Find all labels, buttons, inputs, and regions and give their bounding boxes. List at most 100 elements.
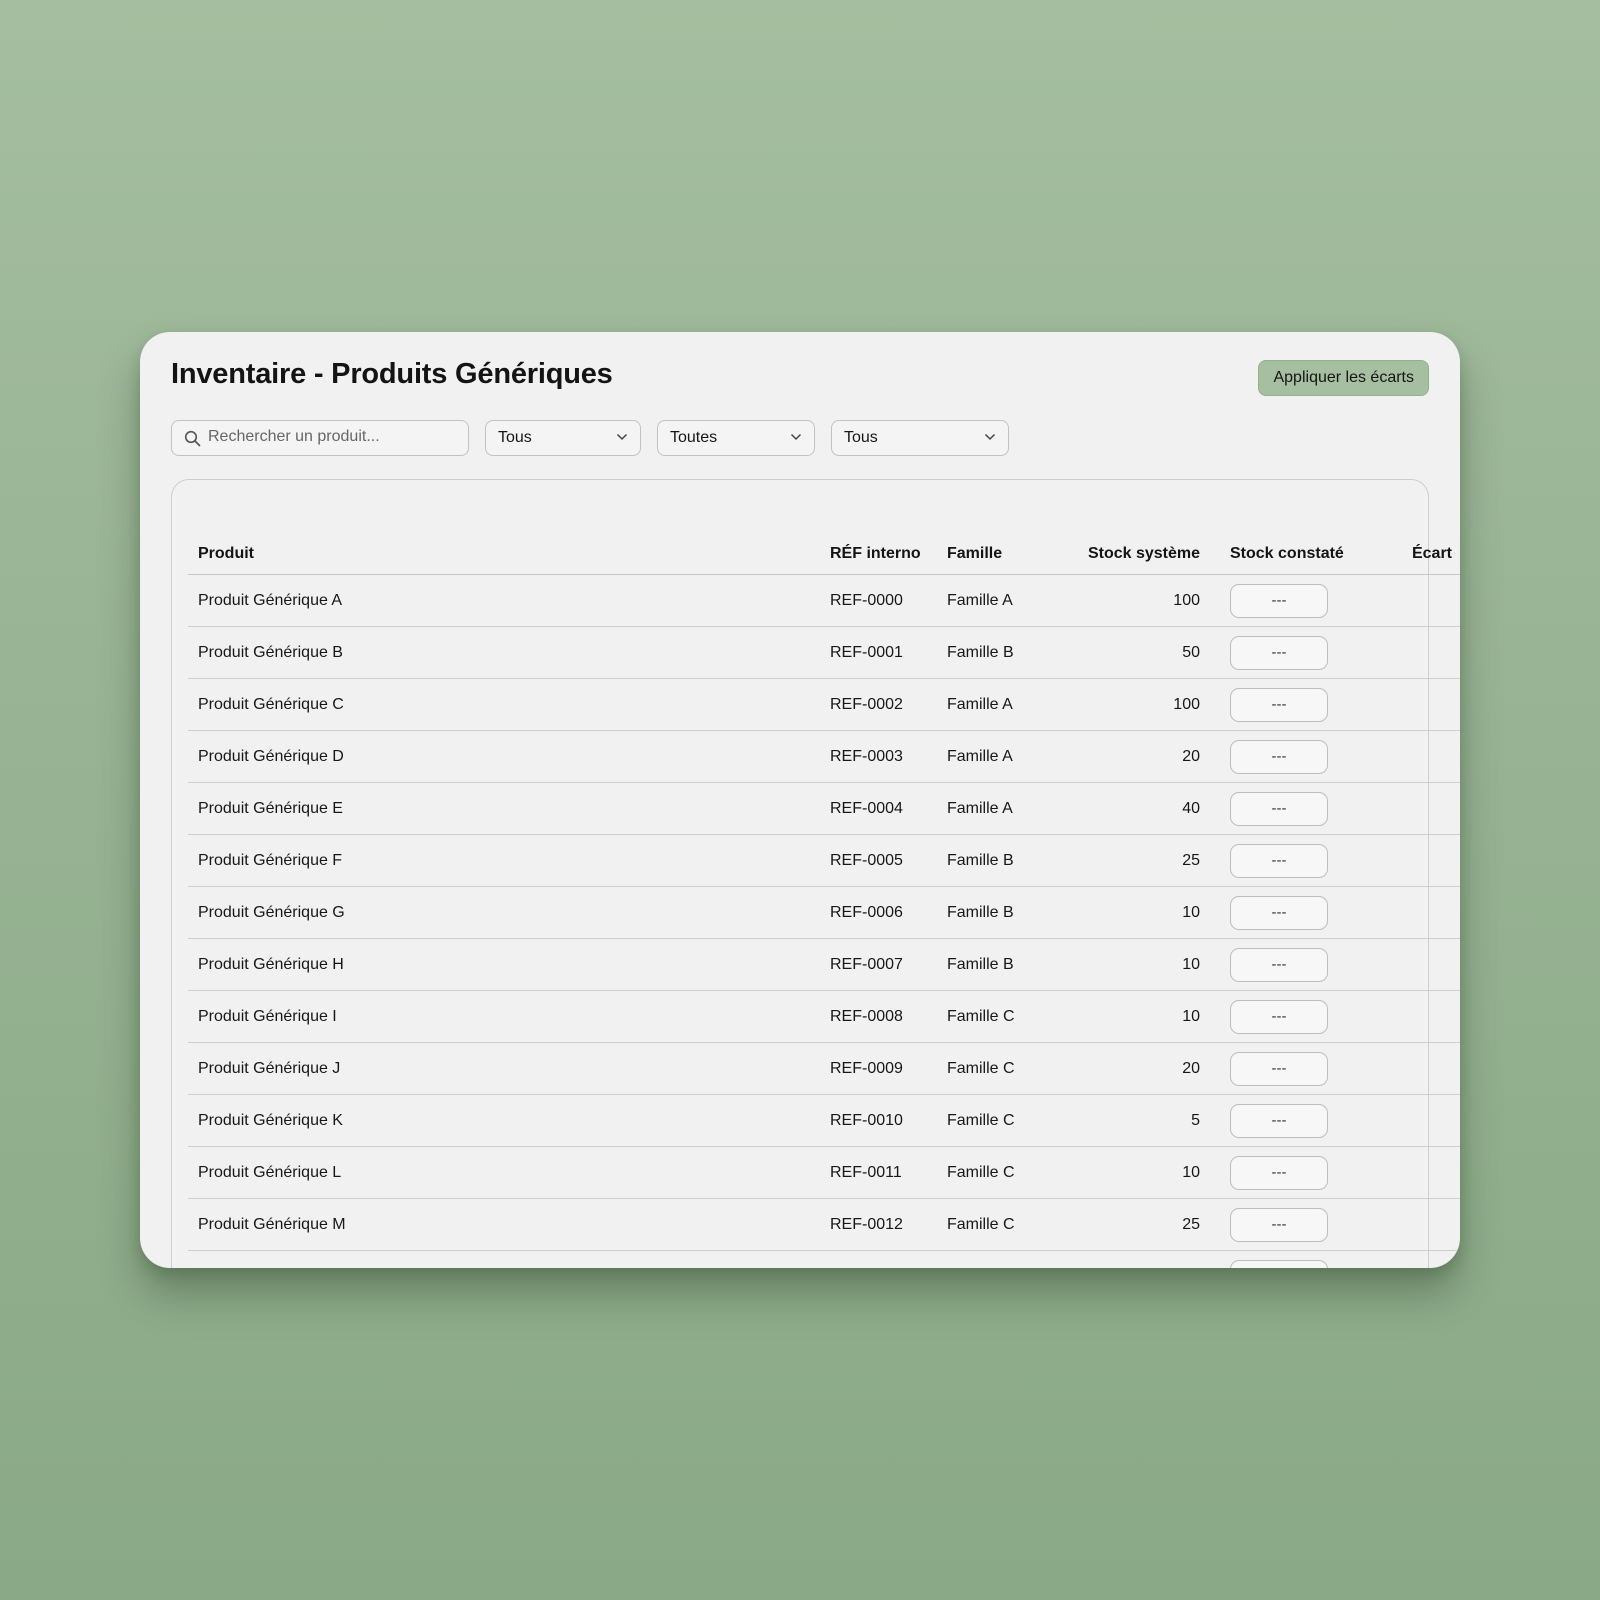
- cell-famille: Famille C: [947, 1198, 1047, 1251]
- cell-ref: REF-0002: [830, 678, 947, 731]
- cell-stock-systeme: [1047, 1250, 1200, 1268]
- filter-select-2-value: Toutes: [670, 429, 718, 446]
- cell-stock-constate: [1200, 574, 1385, 627]
- cell-ecart: [1385, 782, 1460, 835]
- cell-stock-constate: [1200, 1146, 1385, 1199]
- table-row: Produit Générique G REF-0006 Famille B 10: [188, 886, 1460, 939]
- header-stock-constate[interactable]: Stock constaté: [1200, 534, 1385, 575]
- cell-ecart: [1385, 886, 1460, 939]
- header-stock-systeme[interactable]: Stock système: [1047, 534, 1200, 575]
- cell-ref: REF-0011: [830, 1146, 947, 1199]
- inventory-window: Inventaire - Produits Génériques Appliqu…: [140, 332, 1460, 1268]
- stock-count-input[interactable]: [1230, 687, 1328, 722]
- table-row: Produit Générique K REF-0010 Famille C5: [188, 1094, 1460, 1147]
- cell-ref: REF-0001: [830, 626, 947, 679]
- cell-produit: Produit Générique E: [188, 782, 830, 835]
- cell-stock-systeme: 10: [1047, 990, 1200, 1043]
- cell-ecart: [1385, 574, 1460, 627]
- cell-stock-constate: [1200, 626, 1385, 679]
- cell-ecart: [1385, 938, 1460, 991]
- filter-select-2[interactable]: Toutes: [657, 420, 815, 456]
- table-row: Produit Générique A REF-0000 Famille A 100: [188, 574, 1460, 627]
- stock-count-input[interactable]: [1230, 999, 1328, 1034]
- cell-produit: Produit Générique C: [188, 678, 830, 731]
- header-famille[interactable]: Famille: [947, 534, 1047, 575]
- stock-count-input[interactable]: [1230, 583, 1328, 618]
- cell-stock-constate: [1200, 1094, 1385, 1147]
- table-body: Produit Générique AREF-0000Famille A100P…: [188, 574, 1460, 1268]
- cell-ref: REF-0004: [830, 782, 947, 835]
- cell-ref: REF-0000: [830, 574, 947, 627]
- cell-stock-constate: [1200, 938, 1385, 991]
- table-row: Produit Générique I REF-0008 Famille C 10: [188, 990, 1460, 1043]
- stock-count-input[interactable]: [1230, 1207, 1328, 1242]
- cell-produit: Produit Générique D: [188, 730, 830, 783]
- cell-stock-constate: [1200, 730, 1385, 783]
- filter-select-3-value: Tous: [844, 429, 878, 446]
- cell-ecart: [1385, 1198, 1460, 1251]
- cell-ref: REF-0008: [830, 990, 947, 1043]
- cell-famille: Famille B: [947, 626, 1047, 679]
- chevron-down-icon: [984, 433, 996, 441]
- header-produit[interactable]: Produit: [188, 534, 830, 575]
- chevron-down-icon: [790, 433, 802, 441]
- table-row: Produit Générique M REF-0012 Famille C 25: [188, 1198, 1460, 1251]
- stock-count-input[interactable]: [1230, 1103, 1328, 1138]
- cell-ecart: [1385, 834, 1460, 887]
- cell-ecart: [1385, 626, 1460, 679]
- cell-ref: REF-0010: [830, 1094, 947, 1147]
- cell-famille: Famille C: [947, 1042, 1047, 1095]
- stock-count-input[interactable]: [1230, 843, 1328, 878]
- cell-produit: Produit Générique J: [188, 1042, 830, 1095]
- filter-select-1[interactable]: Tous: [485, 420, 641, 456]
- cell-famille: Famille C: [947, 1146, 1047, 1199]
- search-icon: [184, 430, 201, 447]
- stock-count-input[interactable]: [1230, 791, 1328, 826]
- stock-count-input[interactable]: [1230, 1259, 1328, 1268]
- apply-discrepancies-button[interactable]: Appliquer les écarts: [1258, 360, 1429, 396]
- inventory-table: Produit RÉF interno Famille Stock systèm…: [188, 534, 1460, 1268]
- stock-count-input[interactable]: [1230, 635, 1328, 670]
- chevron-down-icon: [616, 433, 628, 441]
- stock-count-input[interactable]: [1230, 947, 1328, 982]
- stock-count-input[interactable]: [1230, 1155, 1328, 1190]
- cell-famille: Famille B: [947, 834, 1047, 887]
- cell-famille: Famille A: [947, 730, 1047, 783]
- filter-select-3[interactable]: Tous: [831, 420, 1009, 456]
- cell-ref: REF-0012: [830, 1198, 947, 1251]
- header-ref[interactable]: RÉF interno: [830, 534, 947, 575]
- cell-stock-systeme: 20: [1047, 730, 1200, 783]
- stock-count-input[interactable]: [1230, 1051, 1328, 1086]
- cell-produit: Produit Générique M: [188, 1198, 830, 1251]
- cell-produit: Produit Générique A: [188, 574, 830, 627]
- search-field[interactable]: [171, 420, 469, 456]
- cell-famille: Famille B: [947, 938, 1047, 991]
- cell-famille: Famille C: [947, 990, 1047, 1043]
- cell-ref: REF-0006: [830, 886, 947, 939]
- cell-ecart: [1385, 730, 1460, 783]
- cell-produit: Produit Générique G: [188, 886, 830, 939]
- header-ecart[interactable]: Écart: [1385, 534, 1460, 575]
- search-input[interactable]: [208, 421, 458, 453]
- filter-select-1-value: Tous: [498, 429, 532, 446]
- cell-ecart: [1385, 990, 1460, 1043]
- cell-stock-systeme: 10: [1047, 1146, 1200, 1199]
- cell-produit: Produit Générique B: [188, 626, 830, 679]
- stock-count-input[interactable]: [1230, 739, 1328, 774]
- cell-stock-constate: [1200, 886, 1385, 939]
- cell-stock-constate: [1200, 1198, 1385, 1251]
- table-row: Produit Générique H REF-0007 Famille B 10: [188, 938, 1460, 991]
- stock-count-input[interactable]: [1230, 895, 1328, 930]
- table-row: Produit Générique L REF-0011 Famille C 10: [188, 1146, 1460, 1199]
- cell-stock-systeme: 50: [1047, 626, 1200, 679]
- cell-famille: [947, 1250, 1047, 1268]
- cell-famille: Famille A: [947, 782, 1047, 835]
- table-row: Produit Générique J REF-0009 Famille C 20: [188, 1042, 1460, 1095]
- cell-stock-systeme: 25: [1047, 1198, 1200, 1251]
- table-row: [188, 1250, 1460, 1268]
- cell-stock-systeme: 40: [1047, 782, 1200, 835]
- cell-ecart: [1385, 1146, 1460, 1199]
- cell-stock-systeme: 100: [1047, 574, 1200, 627]
- cell-stock-constate: [1200, 782, 1385, 835]
- cell-ref: [830, 1250, 947, 1268]
